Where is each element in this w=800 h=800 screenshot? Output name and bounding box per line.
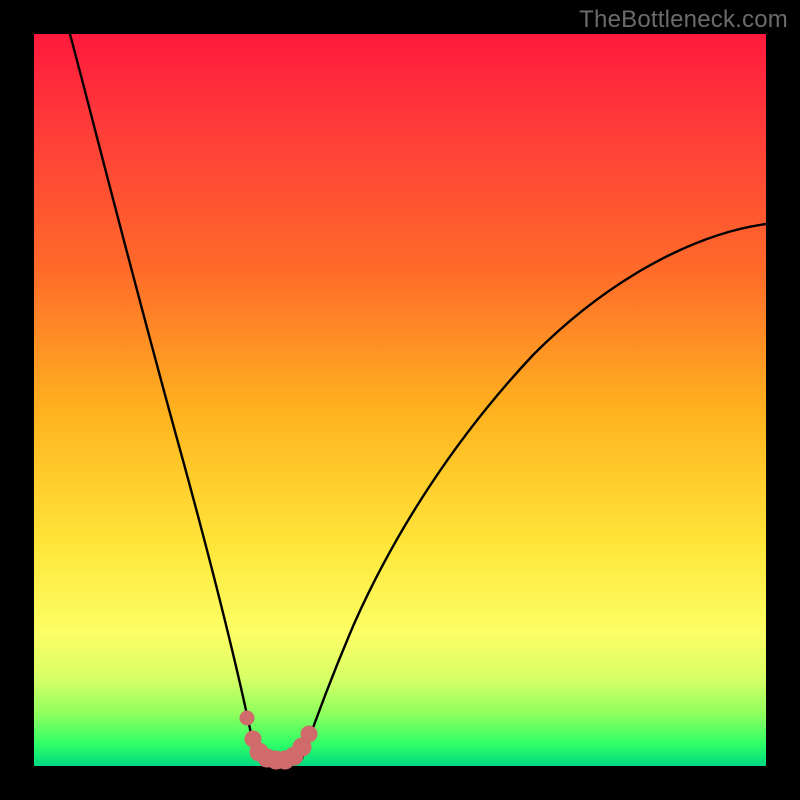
watermark-text: TheBottleneck.com [579, 6, 788, 34]
chart-svg [34, 34, 766, 766]
plot-area [34, 34, 766, 766]
curve-right-branch [302, 224, 766, 759]
trough-marker [240, 711, 254, 725]
chart-frame: TheBottleneck.com [0, 0, 800, 800]
trough-marker [301, 726, 317, 742]
trough-marker-group [240, 711, 317, 769]
curve-left-branch [70, 34, 259, 759]
